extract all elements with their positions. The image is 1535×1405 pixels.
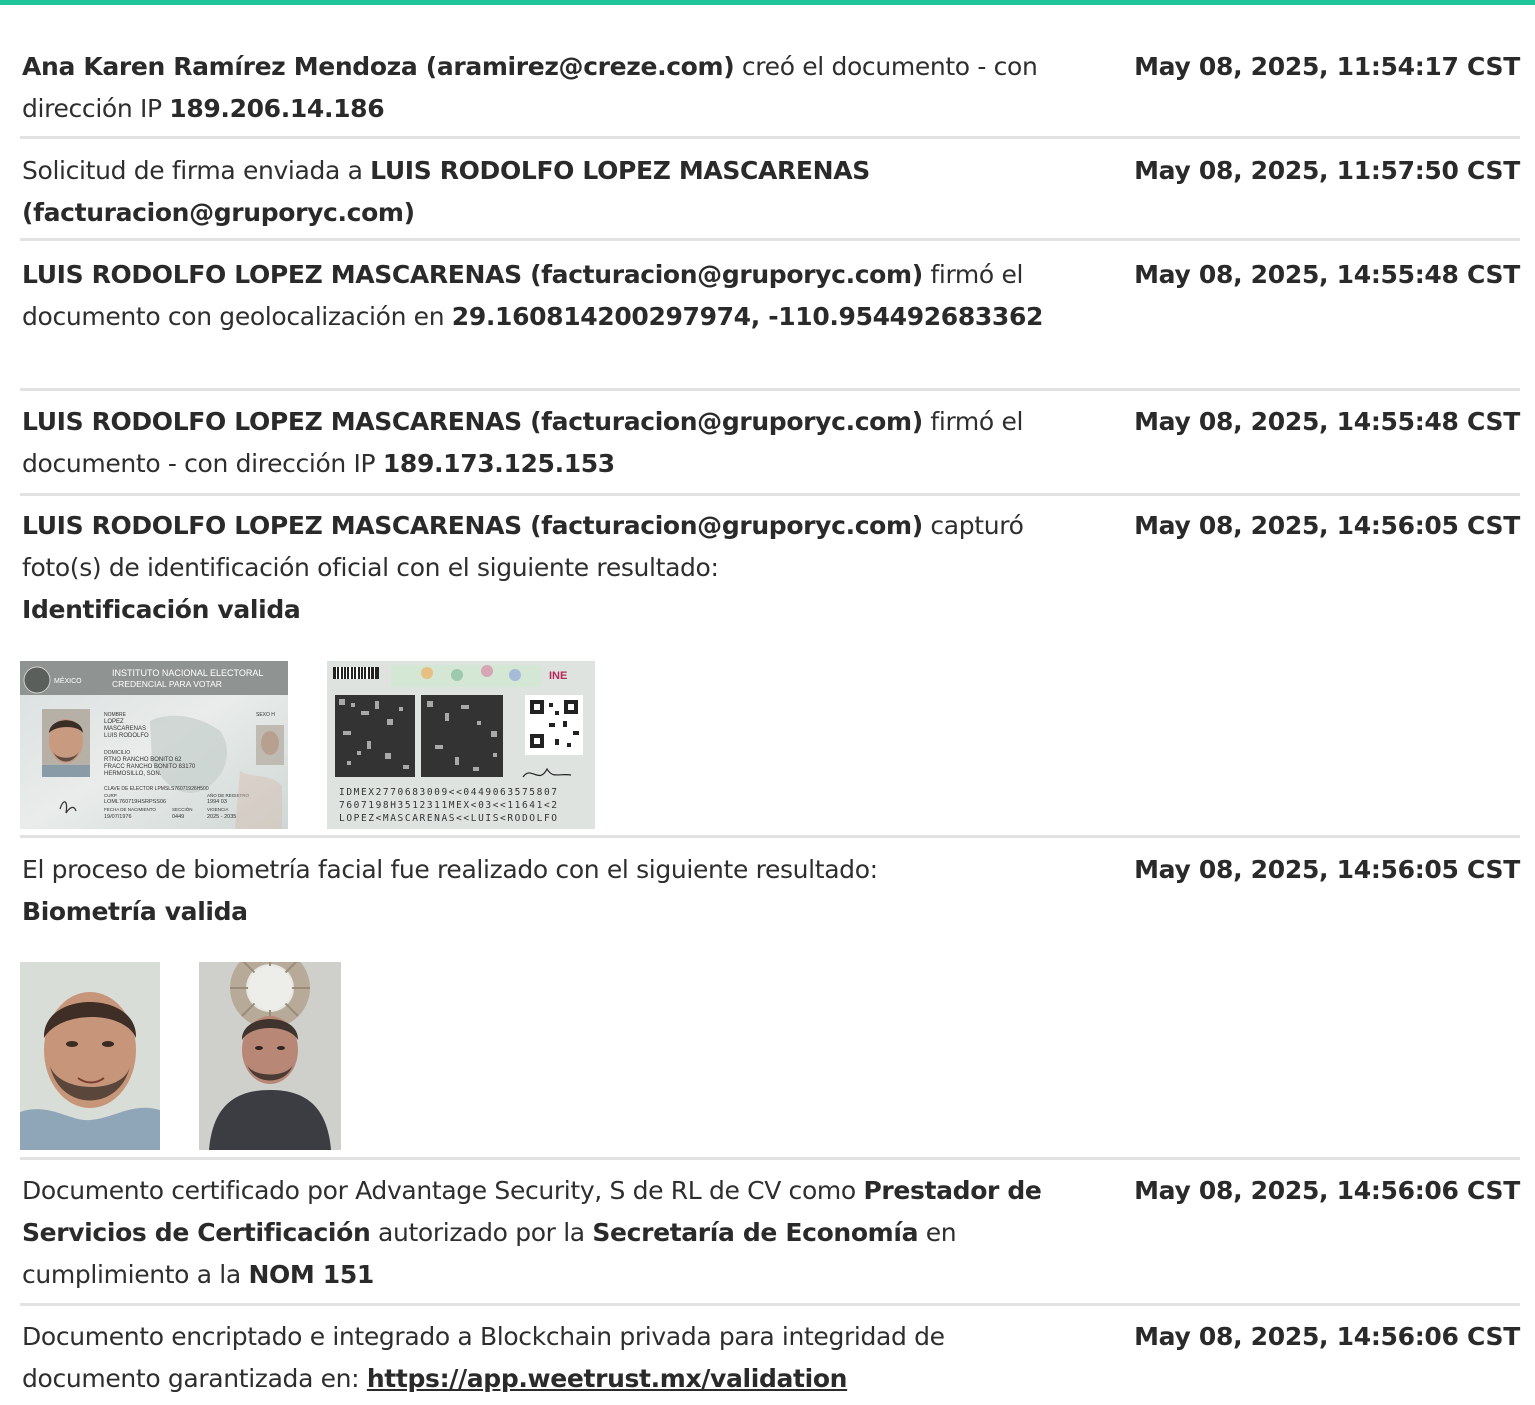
entry-text: El proceso de biometría facial fue reali… — [22, 855, 878, 884]
log-entry-created: Ana Karen Ramírez Mendoza (aramirez@crez… — [20, 46, 1520, 139]
entry-timestamp: May 08, 2025, 11:57:50 CST — [1134, 156, 1520, 185]
log-entry-signed-geo: LUIS RODOLFO LOPEZ MASCARENAS (facturaci… — [20, 254, 1520, 391]
id-card-back-image: INE IDMEX2770683009<<0449063575807 76071… — [327, 661, 595, 829]
entry-timestamp: May 08, 2025, 11:54:17 CST — [1134, 52, 1520, 81]
entry-text: Documento certificado por Advantage Secu… — [22, 1176, 864, 1205]
mrz-line-3: LOPEZ<MASCARENAS<<LUIS<RODOLFO — [339, 813, 559, 824]
id-nacimiento: 19/07/1976 — [104, 814, 132, 820]
entry-result: Biometría valida — [22, 897, 248, 926]
id-curp-label: CURP — [104, 793, 117, 798]
log-entry-blockchain: Documento encriptado e integrado a Block… — [20, 1316, 1520, 1404]
entry-timestamp: May 08, 2025, 14:55:48 CST — [1134, 260, 1520, 289]
entry-actor: LUIS RODOLFO LOPEZ MASCARENAS (facturaci… — [22, 260, 923, 289]
log-entry-certified: Documento certificado por Advantage Secu… — [20, 1170, 1520, 1306]
log-entry-signed-ip: LUIS RODOLFO LOPEZ MASCARENAS (facturaci… — [20, 401, 1520, 496]
entry-geolocation: 29.160814200297974, -110.954492683362 — [451, 302, 1044, 331]
entry-description: Documento certificado por Advantage Secu… — [22, 1170, 1072, 1296]
log-entry-sent: Solicitud de firma enviada a LUIS RODOLF… — [20, 150, 1520, 241]
log-entry-id-capture: LUIS RODOLFO LOPEZ MASCARENAS (facturaci… — [20, 505, 1520, 838]
id-nombre-label: NOMBRE — [104, 712, 127, 718]
entry-text: autorizado por la — [370, 1218, 593, 1247]
entry-actor: Ana Karen Ramírez Mendoza (aramirez@crez… — [22, 52, 735, 81]
id-domicilio-1: RTNO RANCHO BONITO 62 — [104, 757, 182, 763]
entry-ip: 189.173.125.153 — [382, 449, 615, 478]
entry-description: El proceso de biometría facial fue reali… — [22, 849, 1072, 933]
entry-description: LUIS RODOLFO LOPEZ MASCARENAS (facturaci… — [22, 401, 1072, 485]
id-curp: LOML760719HSRPSS06 — [104, 799, 166, 805]
entry-norm: NOM 151 — [248, 1260, 374, 1289]
entry-timestamp: May 08, 2025, 14:56:06 CST — [1134, 1176, 1520, 1205]
id-nacimiento-label: FECHA DE NACIMIENTO — [104, 807, 156, 812]
id-nombre-1: LOPEZ — [104, 719, 124, 725]
id-domicilio-label: DOMICILIO — [104, 750, 130, 756]
id-domicilio-2: FRACC RANCHO BONITO 83170 — [104, 764, 196, 770]
id-clave: CLAVE DE ELECTOR LPMSLS76071926H500 — [104, 786, 209, 792]
ine-logo-text: INE — [549, 670, 567, 682]
mrz-line-2: 7607198H3512311MEX<03<<11641<2 — [339, 800, 559, 811]
mrz-line-1: IDMEX2770683009<<0449063575807 — [339, 787, 559, 798]
id-country: MÉXICO — [54, 676, 82, 685]
id-domicilio-3: HERMOSILLO, SON. — [104, 771, 162, 777]
entry-description: LUIS RODOLFO LOPEZ MASCARENAS (facturaci… — [22, 254, 1072, 338]
entry-description: Solicitud de firma enviada a LUIS RODOLF… — [22, 150, 1072, 234]
entry-actor: LUIS RODOLFO LOPEZ MASCARENAS (facturaci… — [22, 407, 923, 436]
id-seccion-label: SECCIÓN — [172, 806, 193, 812]
entry-description: Ana Karen Ramírez Mendoza (aramirez@crez… — [22, 46, 1072, 130]
entry-ip: 189.206.14.186 — [169, 94, 385, 123]
id-seccion: 0449 — [172, 814, 184, 820]
entry-timestamp: May 08, 2025, 14:55:48 CST — [1134, 407, 1520, 436]
entry-text: Solicitud de firma enviada a — [22, 156, 371, 185]
entry-authority: Secretaría de Economía — [592, 1218, 919, 1247]
validation-link[interactable]: https://app.weetrust.mx/validation — [367, 1364, 848, 1393]
id-anio: 1994 03 — [207, 799, 227, 805]
id-card-type: CREDENCIAL PARA VOTAR — [112, 679, 222, 689]
entry-timestamp: May 08, 2025, 14:56:05 CST — [1134, 511, 1520, 540]
biometric-id-photo — [20, 962, 160, 1150]
entry-description: LUIS RODOLFO LOPEZ MASCARENAS (facturaci… — [22, 505, 1072, 631]
id-nombre-3: LUIS RODOLFO — [104, 733, 149, 739]
entry-timestamp: May 08, 2025, 14:56:06 CST — [1134, 1322, 1520, 1351]
id-sexo: SEXO H — [256, 712, 275, 718]
id-card-front-image: MÉXICO INSTITUTO NACIONAL ELECTORAL CRED… — [20, 661, 288, 829]
entry-timestamp: May 08, 2025, 14:56:05 CST — [1134, 855, 1520, 884]
id-vigencia: 2025 - 2035 — [207, 814, 236, 820]
entry-description: Documento encriptado e integrado a Block… — [22, 1316, 1072, 1400]
entry-actor: LUIS RODOLFO LOPEZ MASCARENAS (facturaci… — [22, 511, 923, 540]
accent-top-bar — [0, 0, 1535, 5]
id-nombre-2: MASCARENAS — [104, 726, 146, 732]
entry-result: Identificación valida — [22, 595, 301, 624]
id-institute: INSTITUTO NACIONAL ELECTORAL — [112, 668, 263, 678]
log-entry-biometrics: El proceso de biometría facial fue reali… — [20, 849, 1520, 1160]
id-vigencia-label: VIGENCIA — [207, 807, 229, 812]
biometric-selfie-photo — [199, 962, 341, 1150]
